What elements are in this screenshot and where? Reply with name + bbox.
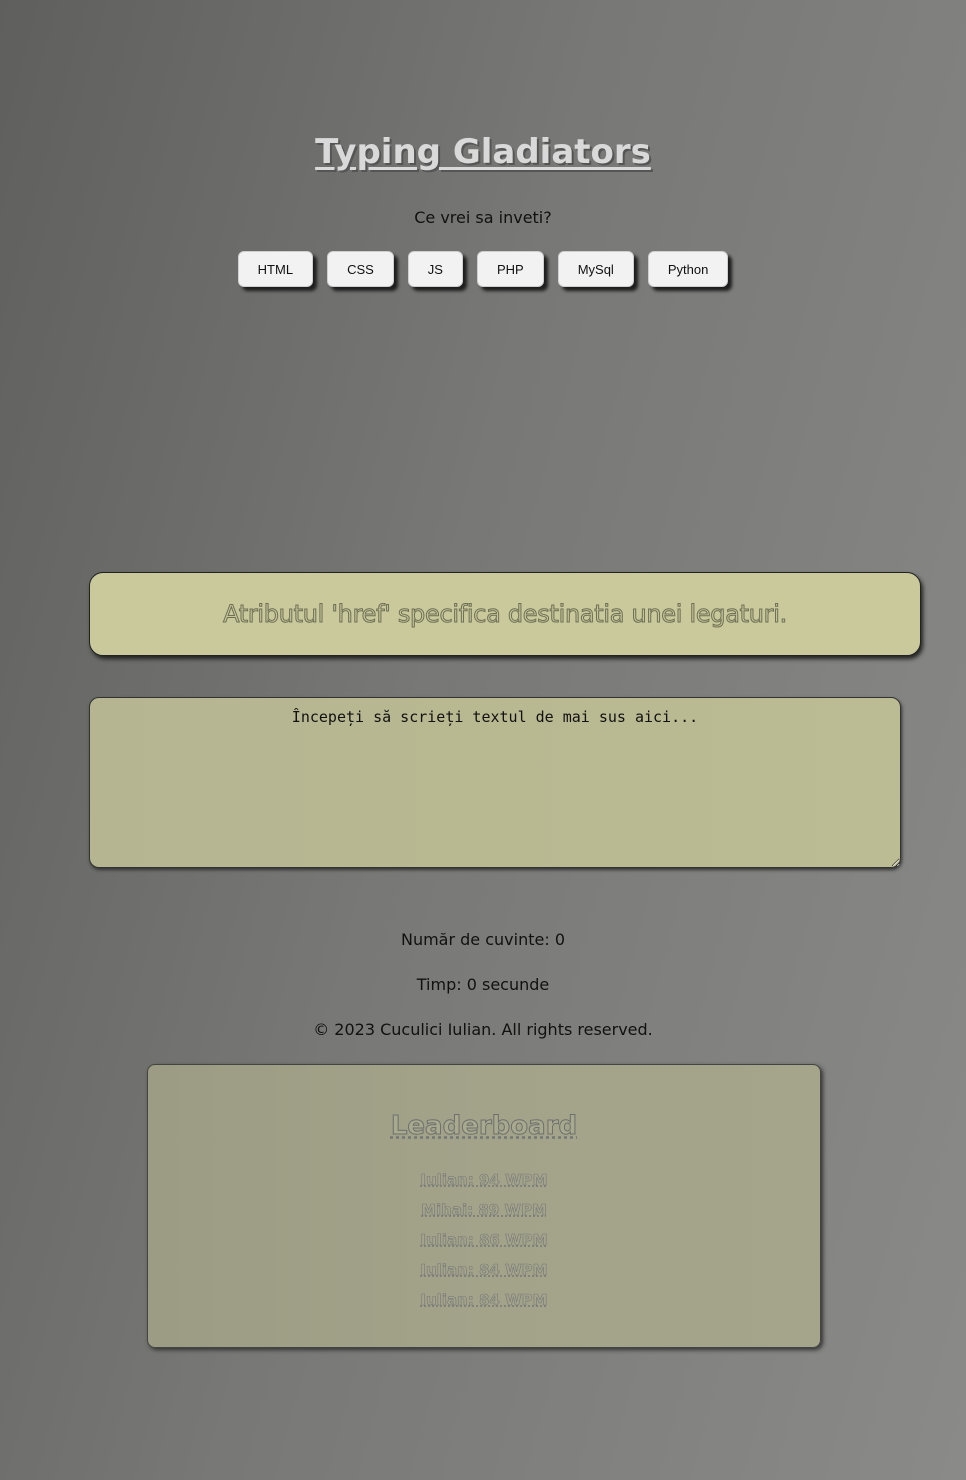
leaderboard-entry: Mihai: 89 WPM — [421, 1201, 547, 1220]
leaderboard-panel: Leaderboard Iulian: 94 WPM Mihai: 89 WPM… — [147, 1064, 821, 1348]
leaderboard-entry: Iulian: 84 WPM — [420, 1261, 548, 1280]
page-title: Typing Gladiators — [315, 132, 651, 172]
leaderboard-title: Leaderboard — [390, 1111, 578, 1142]
php-button[interactable]: PHP — [476, 251, 544, 287]
html-button[interactable]: HTML — [237, 251, 314, 287]
leaderboard-entry: Iulian: 84 WPM — [420, 1291, 548, 1310]
css-button[interactable]: CSS — [327, 251, 394, 287]
typing-input[interactable] — [89, 697, 901, 868]
leaderboard-list: Iulian: 94 WPM Mihai: 89 WPM Iulian: 86 … — [148, 1169, 820, 1319]
python-button[interactable]: Python — [647, 251, 729, 287]
leaderboard-entry: Iulian: 94 WPM — [420, 1171, 548, 1190]
language-buttons: HTML CSS JS PHP MySql Python — [0, 251, 966, 287]
timer: Timp: 0 secunde — [416, 975, 550, 994]
copyright: © 2023 Cuculici Iulian. All rights reser… — [313, 1020, 653, 1039]
quote-box: Atributul 'href' specifica destinatia un… — [89, 572, 921, 656]
language-prompt: Ce vrei sa inveti? — [414, 208, 552, 227]
leaderboard-entry: Iulian: 86 WPM — [420, 1231, 548, 1250]
quote-text: Atributul 'href' specifica destinatia un… — [223, 600, 788, 629]
mysql-button[interactable]: MySql — [557, 251, 634, 287]
word-count: Număr de cuvinte: 0 — [400, 930, 565, 949]
js-button[interactable]: JS — [407, 251, 463, 287]
